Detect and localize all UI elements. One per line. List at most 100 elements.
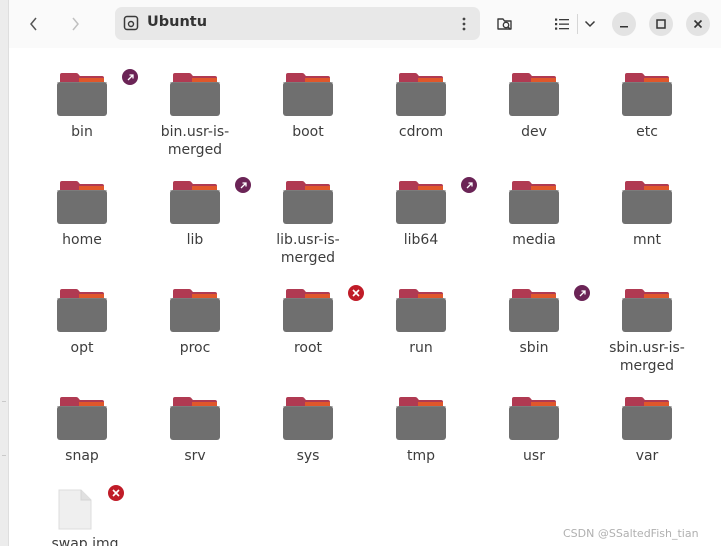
close-button[interactable] bbox=[686, 12, 710, 36]
folder-icon bbox=[396, 73, 446, 116]
document-file-icon[interactable] bbox=[57, 488, 93, 531]
chevron-down-icon bbox=[584, 20, 596, 28]
folder-name: bin bbox=[71, 124, 93, 140]
folder-item-var[interactable]: var bbox=[593, 372, 701, 472]
folder-icon bbox=[170, 181, 220, 224]
folder-icon bbox=[283, 289, 333, 332]
folder-item-usr[interactable]: usr bbox=[480, 372, 588, 472]
folder-name: mnt bbox=[633, 232, 661, 248]
folder-icon bbox=[283, 181, 333, 224]
folder-icon bbox=[622, 289, 672, 332]
folder-icon bbox=[170, 289, 220, 332]
folder-icon bbox=[57, 289, 107, 332]
folder-icon bbox=[622, 397, 672, 440]
folder-icon bbox=[57, 181, 107, 224]
folder-name: run bbox=[409, 340, 433, 356]
folder-name: sbin.usr-is-merged bbox=[609, 340, 685, 374]
folder-name: tmp bbox=[406, 448, 435, 464]
unreadable-emblem-icon bbox=[348, 285, 364, 301]
folder-name: boot bbox=[292, 124, 324, 140]
left-edge bbox=[0, 0, 9, 546]
symlink-emblem-icon bbox=[235, 177, 251, 193]
file-grid: var usr tmp sys srv snap sbin.usr-is-mer… bbox=[9, 48, 721, 546]
symlink-emblem-icon bbox=[461, 177, 477, 193]
search-button[interactable] bbox=[490, 9, 520, 39]
folder-item-mnt[interactable]: mnt bbox=[593, 156, 701, 256]
header-bar: Ubuntu bbox=[9, 0, 721, 48]
minimize-icon bbox=[620, 26, 628, 28]
folder-item-boot[interactable]: boot bbox=[254, 48, 362, 148]
drive-icon bbox=[123, 15, 139, 31]
folder-icon bbox=[622, 181, 672, 224]
chevron-left-icon bbox=[30, 17, 37, 31]
maximize-icon bbox=[656, 19, 666, 29]
folder-icon bbox=[170, 73, 220, 116]
folder-item-sbin-usr-is-merged[interactable]: sbin.usr-is-merged bbox=[593, 264, 701, 374]
folder-icon bbox=[509, 73, 559, 116]
folder-name: proc bbox=[179, 340, 211, 356]
folder-item-lib-usr-is-merged[interactable]: lib.usr-is-merged bbox=[254, 156, 362, 266]
folder-item-bin-usr-is-merged[interactable]: bin.usr-is-merged bbox=[141, 48, 249, 158]
folder-item-bin[interactable]: bin bbox=[28, 48, 138, 148]
folder-item-lib64[interactable]: lib64 bbox=[367, 156, 477, 256]
symlink-emblem-icon bbox=[122, 69, 138, 85]
file-name: swap.img bbox=[51, 536, 119, 546]
folder-icon bbox=[170, 397, 220, 440]
folder-item-run[interactable]: run bbox=[367, 264, 475, 364]
minimize-button[interactable] bbox=[612, 12, 636, 36]
folder-name: sbin bbox=[519, 340, 549, 356]
folder-icon bbox=[622, 73, 672, 116]
search-folder-icon bbox=[497, 18, 512, 31]
folder-icon bbox=[396, 181, 446, 224]
folder-item-lib[interactable]: lib bbox=[141, 156, 251, 256]
folder-item-etc[interactable]: etc bbox=[593, 48, 701, 148]
folder-name: cdrom bbox=[398, 124, 444, 140]
folder-name: root bbox=[293, 340, 323, 356]
folder-item-sys[interactable]: sys bbox=[254, 372, 362, 472]
folder-item-sbin[interactable]: sbin bbox=[480, 264, 590, 364]
chevron-right-icon bbox=[72, 17, 79, 31]
folder-name: usr bbox=[523, 448, 545, 464]
location-menu-button[interactable] bbox=[454, 14, 474, 34]
symlink-emblem-icon bbox=[574, 285, 590, 301]
folder-name: lib.usr-is-merged bbox=[276, 232, 340, 266]
folder-icon bbox=[283, 397, 333, 440]
back-button[interactable] bbox=[19, 9, 49, 39]
kebab-menu-icon bbox=[462, 17, 466, 31]
folder-item-snap[interactable]: snap bbox=[28, 372, 136, 472]
folder-name: opt bbox=[70, 340, 94, 356]
forward-button[interactable] bbox=[60, 9, 90, 39]
list-view-button[interactable] bbox=[548, 9, 576, 39]
folder-name: etc bbox=[636, 124, 658, 140]
folder-name: var bbox=[635, 448, 659, 464]
folder-icon bbox=[396, 289, 446, 332]
folder-icon bbox=[57, 73, 107, 116]
folder-name: bin.usr-is-merged bbox=[160, 124, 230, 158]
folder-icon bbox=[509, 181, 559, 224]
view-options-button[interactable] bbox=[579, 9, 601, 39]
folder-icon bbox=[283, 73, 333, 116]
folder-icon bbox=[57, 397, 107, 440]
maximize-button[interactable] bbox=[649, 12, 673, 36]
watermark: CSDN @SSaltedFish_tian bbox=[563, 527, 699, 540]
folder-icon bbox=[396, 397, 446, 440]
folder-item-tmp[interactable]: tmp bbox=[367, 372, 475, 472]
folder-name: home bbox=[62, 232, 102, 248]
edge-mark bbox=[2, 455, 6, 456]
folder-item-proc[interactable]: proc bbox=[141, 264, 249, 364]
folder-item-opt[interactable]: opt bbox=[28, 264, 136, 364]
folder-name: media bbox=[512, 232, 556, 248]
folder-item-media[interactable]: media bbox=[480, 156, 588, 256]
folder-item-cdrom[interactable]: cdrom bbox=[367, 48, 475, 148]
close-icon bbox=[693, 19, 703, 29]
folder-item-srv[interactable]: srv bbox=[141, 372, 249, 472]
folder-item-dev[interactable]: dev bbox=[480, 48, 588, 148]
folder-name: dev bbox=[521, 124, 547, 140]
folder-icon bbox=[509, 397, 559, 440]
folder-item-root[interactable]: root bbox=[254, 264, 364, 364]
folder-name: snap bbox=[65, 448, 99, 464]
folder-item-home[interactable]: home bbox=[28, 156, 136, 256]
location-bar[interactable]: Ubuntu bbox=[115, 7, 480, 40]
edge-mark bbox=[2, 401, 6, 402]
unreadable-emblem-icon bbox=[108, 485, 124, 501]
